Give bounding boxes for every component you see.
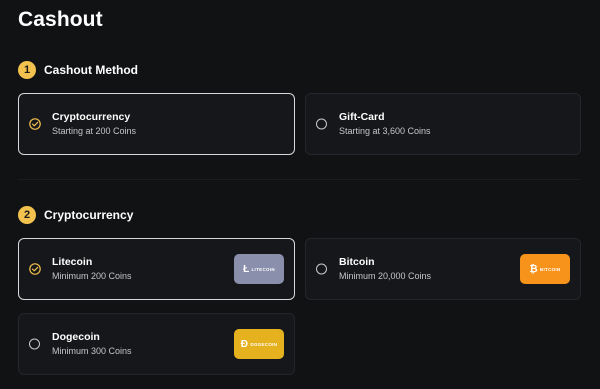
coin-card-dogecoin[interactable]: Dogecoin Minimum 300 Coins Ð DOGECOIN [18, 313, 295, 375]
method-detail: Starting at 3,600 Coins [339, 126, 431, 136]
method-card-cryptocurrency[interactable]: Cryptocurrency Starting at 200 Coins [18, 93, 295, 155]
litecoin-icon: Ł [243, 263, 250, 275]
step-number: 1 [18, 61, 36, 79]
step-number: 2 [18, 206, 36, 224]
coin-card-text: Dogecoin Minimum 300 Coins [52, 330, 132, 358]
radio-icon[interactable] [316, 263, 327, 275]
check-circle-icon [29, 263, 41, 275]
method-card-text: Gift-Card Starting at 3,600 Coins [339, 110, 431, 138]
coin-detail: Minimum 200 Coins [52, 271, 132, 281]
step-cryptocurrency: 2 Cryptocurrency [18, 206, 133, 224]
coin-card-litecoin[interactable]: Litecoin Minimum 200 Coins Ł LITECOIN [18, 238, 295, 300]
radio-icon[interactable] [29, 338, 40, 350]
coin-card-bitcoin[interactable]: Bitcoin Minimum 20,000 Coins ₿ BITCOIN [305, 238, 581, 300]
coin-card-text: Bitcoin Minimum 20,000 Coins [339, 255, 431, 283]
coin-name: Bitcoin [339, 256, 375, 268]
method-card-text: Cryptocurrency Starting at 200 Coins [52, 110, 136, 138]
coin-detail: Minimum 20,000 Coins [339, 271, 432, 281]
section-divider [18, 179, 580, 180]
radio-icon[interactable] [316, 118, 327, 130]
method-name: Cryptocurrency [52, 111, 131, 123]
litecoin-logo: Ł LITECOIN [234, 254, 284, 284]
page-title: Cashout [18, 8, 103, 31]
litecoin-logo-text: LITECOIN [251, 266, 275, 272]
coin-name: Litecoin [52, 256, 93, 268]
step-title: Cryptocurrency [44, 208, 134, 222]
dogecoin-logo-text: DOGECOIN [250, 341, 278, 347]
bitcoin-logo-text: BITCOIN [539, 266, 561, 272]
bitcoin-logo: ₿ BITCOIN [520, 254, 570, 284]
check-circle-icon [29, 118, 41, 130]
dogecoin-logo: Ð DOGECOIN [234, 329, 284, 359]
bitcoin-icon: ₿ [529, 263, 538, 275]
method-card-gift-card[interactable]: Gift-Card Starting at 3,600 Coins [305, 93, 581, 155]
step-cashout-method: 1 Cashout Method [18, 61, 138, 79]
method-detail: Starting at 200 Coins [52, 126, 137, 136]
coin-card-text: Litecoin Minimum 200 Coins [52, 255, 132, 283]
step-title: Cashout Method [44, 63, 138, 77]
coin-detail: Minimum 300 Coins [52, 346, 132, 356]
method-name: Gift-Card [339, 111, 385, 123]
coin-name: Dogecoin [52, 331, 100, 343]
dogecoin-icon: Ð [240, 338, 249, 350]
